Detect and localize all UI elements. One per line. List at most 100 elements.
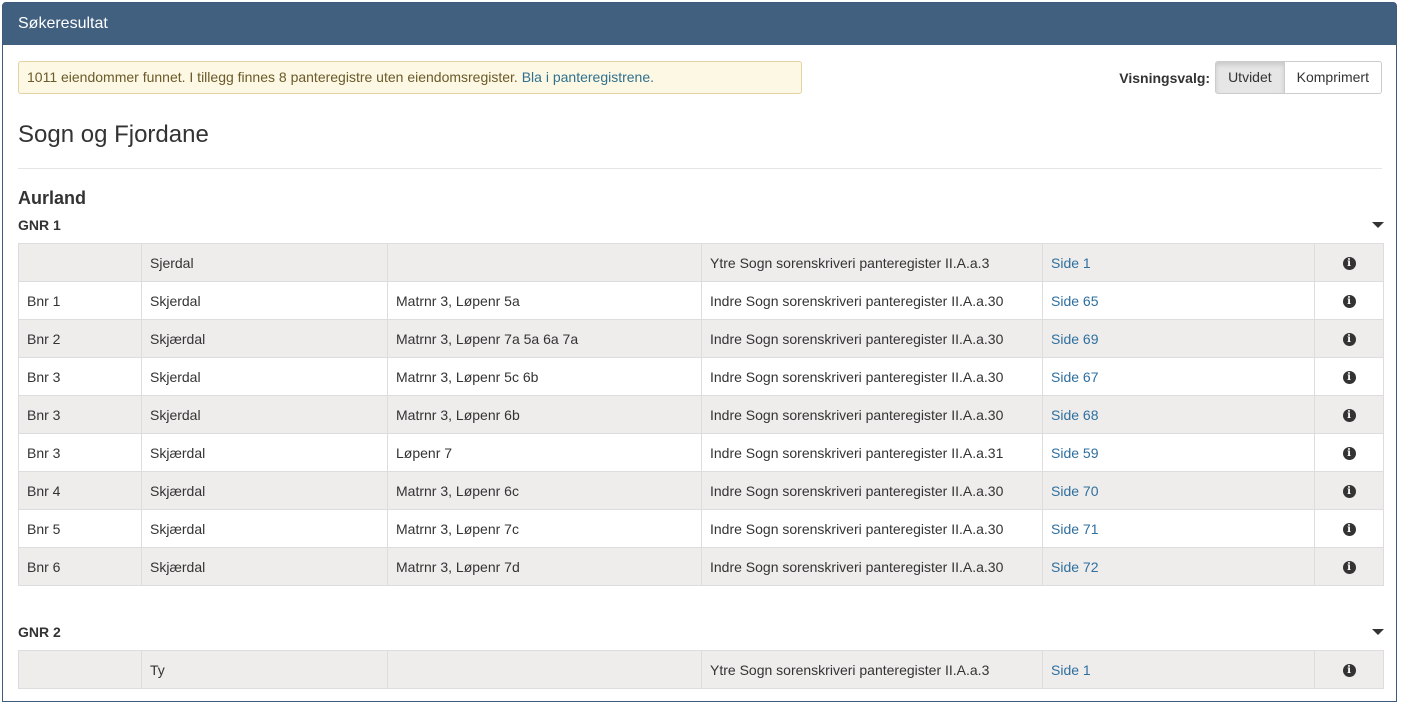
- table-row: Bnr 3 Skjerdal Matrnr 3, Løpenr 5c 6b Indre…: [18, 357, 1384, 396]
- info-icon[interactable]: i: [1342, 257, 1356, 271]
- property-table: Ty Ytre Sogn sorenskriveri panteregister …: [18, 650, 1384, 689]
- bnr-cell: Bnr 6: [18, 547, 142, 586]
- gnr-header[interactable]: GNR 2: [18, 622, 1384, 642]
- table-row: Bnr 3 Skjerdal Matrnr 3, Løpenr 6b Indre So…: [18, 395, 1384, 434]
- region-title: Sogn og Fjordane: [18, 121, 209, 148]
- bnr-cell: Bnr 3: [18, 433, 142, 472]
- table-row: Bnr 5 Skjærdal Matrnr 3, Løpenr 7c Indre So…: [18, 509, 1384, 548]
- name-cell: Skjærdal: [141, 547, 388, 586]
- register-cell: Indre Sogn sorenskriveri panteregister I…: [701, 509, 1043, 548]
- side-cell: Side 69: [1042, 319, 1315, 358]
- info-cell: i: [1314, 547, 1384, 586]
- matr-cell: Matrnr 3, Løpenr 7c: [387, 509, 702, 548]
- info-icon[interactable]: i: [1342, 409, 1356, 423]
- side-link[interactable]: Side 1: [1051, 662, 1091, 678]
- side-link[interactable]: Side 72: [1051, 559, 1098, 575]
- matr-cell: Matrnr 3, Løpenr 7a 5a 6a 7a: [387, 319, 702, 358]
- info-cell: i: [1314, 281, 1384, 320]
- side-link[interactable]: Side 59: [1051, 445, 1098, 461]
- bnr-cell: [18, 243, 142, 282]
- side-cell: Side 1: [1042, 650, 1315, 689]
- info-icon[interactable]: i: [1342, 333, 1356, 347]
- table-row: Sjerdal Ytre Sogn sorenskriveri panteregi…: [18, 243, 1384, 282]
- side-link[interactable]: Side 71: [1051, 521, 1098, 537]
- side-cell: Side 59: [1042, 433, 1315, 472]
- info-cell: i: [1314, 319, 1384, 358]
- bnr-cell: Bnr 4: [18, 471, 142, 510]
- info-icon[interactable]: i: [1342, 664, 1356, 678]
- info-icon[interactable]: i: [1342, 295, 1356, 309]
- browse-registers-link[interactable]: Bla i panteregistrene.: [522, 69, 654, 85]
- register-cell: Ytre Sogn sorenskriveri panteregister II…: [701, 243, 1043, 282]
- matr-cell: [387, 650, 702, 689]
- table-row: Bnr 3 Skjærdal Løpenr 7 Indre Sogn sorenskr…: [18, 433, 1384, 472]
- view-options: Visningsvalg: Utvidet Komprimert: [1119, 61, 1382, 94]
- side-link[interactable]: Side 69: [1051, 331, 1098, 347]
- matr-cell: Matrnr 3, Løpenr 6b: [387, 395, 702, 434]
- name-cell: Sjerdal: [141, 243, 388, 282]
- panel-title: Søkeresultat: [3, 3, 1396, 45]
- side-link[interactable]: Side 68: [1051, 407, 1098, 423]
- info-cell: i: [1314, 433, 1384, 472]
- name-cell: Skjærdal: [141, 509, 388, 548]
- search-result-panel: Søkeresultat 1011 eiendommer funnet. I t…: [2, 2, 1397, 702]
- side-link[interactable]: Side 65: [1051, 293, 1098, 309]
- alert-text: 1011 eiendommer funnet. I tillegg finnes…: [27, 69, 518, 85]
- bnr-cell: Bnr 1: [18, 281, 142, 320]
- matr-cell: Matrnr 3, Løpenr 7d: [387, 547, 702, 586]
- gnr-label: GNR 2: [18, 624, 61, 640]
- municipality-title: Aurland: [18, 188, 87, 208]
- bnr-cell: Bnr 2: [18, 319, 142, 358]
- side-cell: Side 67: [1042, 357, 1315, 396]
- info-icon[interactable]: i: [1342, 485, 1356, 499]
- register-cell: Ytre Sogn sorenskriveri panteregister II…: [701, 650, 1043, 689]
- name-cell: Skjærdal: [141, 471, 388, 510]
- caret-down-icon[interactable]: [1372, 222, 1384, 228]
- result-alert: 1011 eiendommer funnet. I tillegg finnes…: [18, 61, 802, 94]
- register-cell: Indre Sogn sorenskriveri panteregister I…: [701, 471, 1043, 510]
- info-cell: i: [1314, 395, 1384, 434]
- matr-cell: Matrnr 3, Løpenr 5c 6b: [387, 357, 702, 396]
- info-cell: i: [1314, 471, 1384, 510]
- side-link[interactable]: Side 67: [1051, 369, 1098, 385]
- matr-cell: Matrnr 3, Løpenr 5a: [387, 281, 702, 320]
- gnr-label: GNR 1: [18, 217, 61, 233]
- info-icon[interactable]: i: [1342, 561, 1356, 575]
- side-cell: Side 72: [1042, 547, 1315, 586]
- info-cell: i: [1314, 243, 1384, 282]
- info-icon[interactable]: i: [1342, 523, 1356, 537]
- info-cell: i: [1314, 509, 1384, 548]
- register-cell: Indre Sogn sorenskriveri panteregister I…: [701, 395, 1043, 434]
- register-cell: Indre Sogn sorenskriveri panteregister I…: [701, 281, 1043, 320]
- side-cell: Side 68: [1042, 395, 1315, 434]
- view-expanded-button[interactable]: Utvidet: [1215, 61, 1285, 94]
- register-cell: Indre Sogn sorenskriveri panteregister I…: [701, 433, 1043, 472]
- side-cell: Side 65: [1042, 281, 1315, 320]
- register-cell: Indre Sogn sorenskriveri panteregister I…: [701, 319, 1043, 358]
- register-cell: Indre Sogn sorenskriveri panteregister I…: [701, 357, 1043, 396]
- side-cell: Side 71: [1042, 509, 1315, 548]
- side-link[interactable]: Side 1: [1051, 255, 1091, 271]
- name-cell: Skjerdal: [141, 395, 388, 434]
- caret-down-icon[interactable]: [1372, 629, 1384, 635]
- table-row: Bnr 1 Skjerdal Matrnr 3, Løpenr 5a Indre So…: [18, 281, 1384, 320]
- name-cell: Ty: [141, 650, 388, 689]
- info-icon[interactable]: i: [1342, 447, 1356, 461]
- name-cell: Skjærdal: [141, 433, 388, 472]
- bnr-cell: Bnr 5: [18, 509, 142, 548]
- property-table: Sjerdal Ytre Sogn sorenskriveri panteregi…: [18, 243, 1384, 586]
- name-cell: Skjerdal: [141, 281, 388, 320]
- side-link[interactable]: Side 70: [1051, 483, 1098, 499]
- divider: [18, 168, 1382, 169]
- view-compact-button[interactable]: Komprimert: [1284, 61, 1382, 94]
- matr-cell: [387, 243, 702, 282]
- table-row: Bnr 2 Skjærdal Matrnr 3, Løpenr 7a 5a 6a 7…: [18, 319, 1384, 358]
- side-cell: Side 70: [1042, 471, 1315, 510]
- side-cell: Side 1: [1042, 243, 1315, 282]
- matr-cell: Matrnr 3, Løpenr 6c: [387, 471, 702, 510]
- matr-cell: Løpenr 7: [387, 433, 702, 472]
- info-icon[interactable]: i: [1342, 371, 1356, 385]
- name-cell: Skjerdal: [141, 357, 388, 396]
- gnr-header[interactable]: GNR 1: [18, 215, 1384, 235]
- table-row: Ty Ytre Sogn sorenskriveri panteregister …: [18, 650, 1384, 689]
